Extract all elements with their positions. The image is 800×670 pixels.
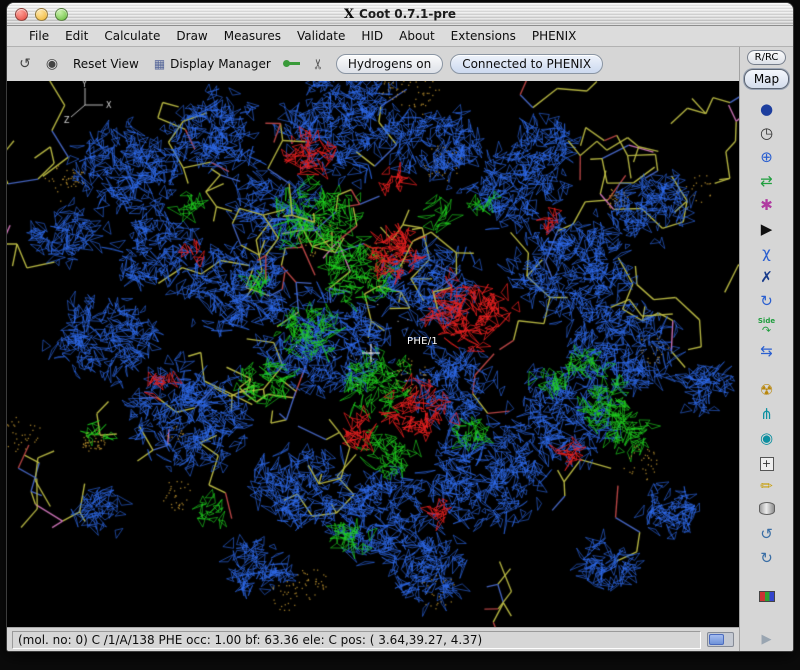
body-row: ↺ ◉ Reset View ▦ Display Manager ✂ Hydrogens o… bbox=[7, 47, 793, 651]
menu-bar: FileEditCalculateDrawMeasuresValidateHID… bbox=[7, 26, 793, 47]
rotate-translate-icon[interactable]: ⇄ bbox=[753, 170, 781, 192]
radiation-icon[interactable]: ☢ bbox=[753, 379, 781, 401]
left-column: ↺ ◉ Reset View ▦ Display Manager ✂ Hydrogens o… bbox=[7, 47, 739, 651]
close-button[interactable] bbox=[15, 8, 28, 21]
reset-view-button[interactable]: Reset View bbox=[69, 55, 143, 73]
undo-history-icon[interactable] bbox=[753, 499, 781, 521]
pencil-icon[interactable]: ✏ bbox=[753, 475, 781, 497]
menu-hid[interactable]: HID bbox=[353, 27, 391, 45]
cylinder-shape bbox=[759, 502, 775, 515]
refresh-icon-glyph: ↺ bbox=[19, 56, 31, 72]
reset-view-button-label: Reset View bbox=[73, 57, 139, 71]
add-residue-icon[interactable]: + bbox=[753, 451, 781, 473]
model-toolbar-icons: ●◷⊕⇄✱▶χ✗↻Side↷⇆☢⋔◉+✏↺↻ bbox=[740, 97, 793, 632]
key-shape bbox=[283, 59, 300, 68]
sphere-refine-icon[interactable]: ● bbox=[753, 98, 781, 120]
rrc-button[interactable]: R/RC bbox=[747, 50, 787, 65]
expander-triangle-icon[interactable]: ▶ bbox=[753, 218, 781, 240]
status-text: (mol. no: 0) C /1/A/138 PHE occ: 1.00 bf… bbox=[12, 631, 701, 649]
add-atom-icon[interactable]: ◉ bbox=[753, 427, 781, 449]
display-manager-button-label: Display Manager bbox=[170, 57, 271, 71]
grid-icon: ▦ bbox=[154, 57, 165, 71]
plus-box-shape: + bbox=[760, 457, 774, 471]
menu-calculate[interactable]: Calculate bbox=[96, 27, 168, 45]
clock-icon[interactable]: ◷ bbox=[753, 122, 781, 144]
status-bar: (mol. no: 0) C /1/A/138 PHE occ: 1.00 bf… bbox=[7, 627, 739, 651]
menu-edit[interactable]: Edit bbox=[57, 27, 96, 45]
key-icon[interactable] bbox=[282, 54, 302, 74]
window-title: X Coot 0.7.1-pre bbox=[344, 7, 456, 22]
display-flag-icon[interactable] bbox=[753, 586, 781, 608]
model-toolbar-panel: R/RC Map ●◷⊕⇄✱▶χ✗↻Side↷⇆☢⋔◉+✏↺↻ ▶ bbox=[739, 47, 793, 651]
menu-measures[interactable]: Measures bbox=[216, 27, 289, 45]
status-scrollbar[interactable] bbox=[707, 632, 734, 647]
backrub-rotamer-icon[interactable]: ⇆ bbox=[753, 340, 781, 362]
translate-zone-icon[interactable]: ⊕ bbox=[753, 146, 781, 168]
picked-residue-label: PHE/1 bbox=[407, 336, 438, 347]
menu-phenix[interactable]: PHENIX bbox=[524, 27, 585, 45]
refresh-icon[interactable]: ↺ bbox=[15, 54, 35, 74]
menu-draw[interactable]: Draw bbox=[168, 27, 215, 45]
hydrogens-toggle[interactable]: Hydrogens on bbox=[336, 54, 443, 74]
viewer-canvas[interactable] bbox=[7, 81, 739, 627]
record-icon[interactable]: ◉ bbox=[42, 54, 62, 74]
menu-validate[interactable]: Validate bbox=[289, 27, 353, 45]
undo-icon[interactable]: ↺ bbox=[753, 523, 781, 545]
minimize-button[interactable] bbox=[35, 8, 48, 21]
torsion-general-icon[interactable]: ✗ bbox=[753, 266, 781, 288]
zoom-button[interactable] bbox=[55, 8, 68, 21]
status-scrollbar-thumb[interactable] bbox=[709, 634, 724, 645]
window-title-text: Coot 0.7.1-pre bbox=[359, 7, 456, 21]
side-chain-flip-icon[interactable]: Side↷ bbox=[753, 314, 781, 338]
redo-icon[interactable]: ↻ bbox=[753, 547, 781, 569]
scissors-icon[interactable]: ✂ bbox=[309, 54, 329, 74]
menu-about[interactable]: About bbox=[391, 27, 442, 45]
scissors-icon-glyph: ✂ bbox=[310, 58, 328, 70]
toolbar-overflow-button[interactable]: ▶ bbox=[762, 632, 772, 647]
title-bar[interactable]: X Coot 0.7.1-pre bbox=[7, 3, 793, 26]
map-button[interactable]: Map bbox=[744, 69, 789, 89]
phenix-status-toggle[interactable]: Connected to PHENIX bbox=[450, 54, 603, 74]
x11-logo-icon: X bbox=[344, 7, 354, 22]
main-toolbar: ↺ ◉ Reset View ▦ Display Manager ✂ Hydrogens o… bbox=[7, 47, 739, 81]
flag-shape bbox=[759, 591, 775, 602]
chi-angles-icon[interactable]: χ bbox=[753, 242, 781, 264]
window-controls bbox=[15, 8, 68, 21]
display-manager-button[interactable]: ▦ Display Manager bbox=[150, 55, 275, 73]
fragment-icon[interactable]: ⋔ bbox=[753, 403, 781, 425]
viewport: PHE/1 bbox=[7, 81, 739, 627]
record-icon-glyph: ◉ bbox=[46, 56, 58, 72]
menu-file[interactable]: File bbox=[21, 27, 57, 45]
menu-extensions[interactable]: Extensions bbox=[443, 27, 524, 45]
rotamer-icon[interactable]: ✱ bbox=[753, 194, 781, 216]
flip-peptide-icon[interactable]: ↻ bbox=[753, 290, 781, 312]
coot-window: X Coot 0.7.1-pre FileEditCalculateDrawMe… bbox=[6, 2, 794, 652]
curved-arrow-glyph: ↷ bbox=[762, 325, 771, 336]
